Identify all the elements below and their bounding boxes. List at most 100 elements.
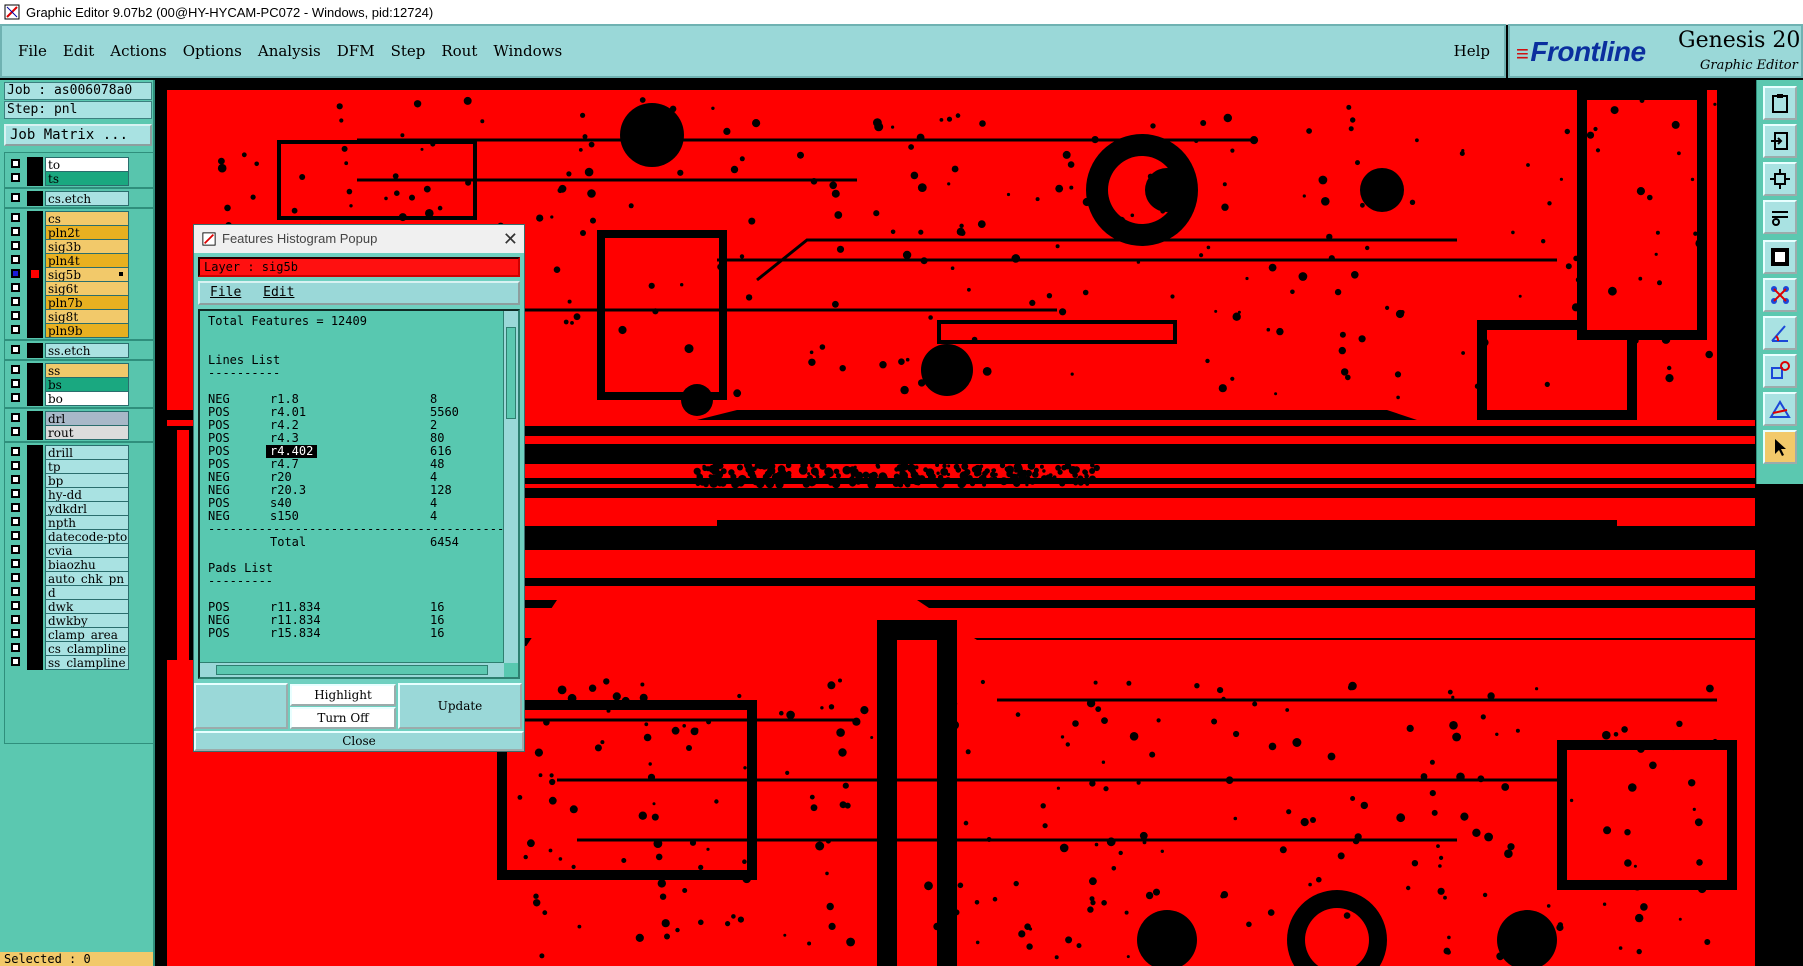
layer-row[interactable]: dwkby [5,613,153,628]
close-icon[interactable]: ✕ [503,225,518,253]
layer-name[interactable]: npth [45,515,129,530]
menu-file[interactable]: File [18,42,47,60]
layer-checkbox[interactable] [11,193,20,202]
select-tool-button[interactable] [1763,430,1797,464]
layer-name[interactable]: clamp_area [45,627,129,642]
horizontal-scrollbar[interactable] [200,662,504,677]
step-tool-button[interactable] [1763,124,1797,158]
layer-row[interactable]: cs_clampline [5,641,153,656]
layer-checkbox[interactable] [11,427,20,436]
layer-name[interactable]: pln2t [45,225,129,240]
layer-name[interactable]: bo [45,391,129,406]
layer-row[interactable]: hy-dd [5,487,153,502]
update-button[interactable]: Update [398,683,522,729]
menu-help[interactable]: Help [1454,42,1490,60]
layer-name[interactable]: biaozhu [45,557,129,572]
layer-row[interactable]: drill [5,445,153,460]
layer-checkbox[interactable] [11,587,20,596]
menu-actions[interactable]: Actions [110,42,166,60]
layer-checkbox[interactable] [11,325,20,334]
layer-checkbox[interactable] [11,159,20,168]
layer-row[interactable]: to [5,157,153,172]
menu-dfm[interactable]: DFM [337,42,375,60]
layer-checkbox[interactable] [11,213,20,222]
layer-checkbox[interactable] [11,379,20,388]
layer-checkbox[interactable] [11,173,20,182]
layer-name[interactable]: cs_clampline [45,641,129,656]
layer-row[interactable]: sig8t [5,309,153,324]
layer-name[interactable]: dwk [45,599,129,614]
layer-checkbox[interactable] [11,503,20,512]
layer-name[interactable]: to [45,157,129,172]
popup-menu-file[interactable]: File [210,285,241,300]
layer-name[interactable]: ss_clampline [45,655,129,670]
layer-checkbox[interactable] [11,269,20,278]
layer-row[interactable]: dwk [5,599,153,614]
layer-name[interactable]: ts [45,171,129,186]
layer-row[interactable]: datecode-pto [5,529,153,544]
measure-tool-button[interactable] [1763,200,1797,234]
layer-row[interactable]: bs [5,377,153,392]
layer-checkbox[interactable] [11,517,20,526]
layer-row[interactable]: ss.etch [5,343,153,358]
connect-tool-button[interactable] [1763,278,1797,312]
layer-checkbox[interactable] [11,489,20,498]
layer-name[interactable]: ss.etch [45,343,129,358]
layer-checkbox[interactable] [11,345,20,354]
vertical-scrollbar[interactable] [503,311,518,663]
layer-name[interactable]: cs [45,211,129,226]
layer-row[interactable]: cs [5,211,153,226]
layer-name[interactable]: bs [45,377,129,392]
layer-row[interactable]: cs.etch [5,191,153,206]
layer-checkbox[interactable] [11,615,20,624]
layer-row[interactable]: cvia [5,543,153,558]
layer-name[interactable]: rout [45,425,129,440]
layer-row[interactable]: pln4t [5,253,153,268]
layer-name[interactable]: sig3b [45,239,129,254]
layer-name[interactable]: auto_chk_pn [45,571,129,586]
layer-row[interactable]: ss_clampline [5,655,153,670]
layer-name[interactable]: tp [45,459,129,474]
zoom-fit-button[interactable] [1763,162,1797,196]
layer-checkbox[interactable] [11,241,20,250]
popup-menu-edit[interactable]: Edit [263,285,294,300]
layer-name[interactable]: cvia [45,543,129,558]
layer-name[interactable]: pln4t [45,253,129,268]
menu-windows[interactable]: Windows [493,42,562,60]
layer-checkbox[interactable] [11,283,20,292]
layer-name[interactable]: ydkdrl [45,501,129,516]
menu-step[interactable]: Step [391,42,426,60]
layer-name[interactable]: pln7b [45,295,129,310]
layer-view-button[interactable] [1763,240,1797,274]
layer-checkbox[interactable] [11,297,20,306]
layer-checkbox[interactable] [11,311,20,320]
layer-checkbox[interactable] [11,601,20,610]
layer-name[interactable]: sig6t [45,281,129,296]
layer-row[interactable]: sig3b [5,239,153,254]
layer-row[interactable]: bo [5,391,153,406]
layer-row[interactable]: d [5,585,153,600]
menu-options[interactable]: Options [183,42,242,60]
layer-row[interactable]: pln9b [5,323,153,338]
turn-off-button[interactable]: Turn Off [290,707,396,729]
layer-checkbox[interactable] [11,559,20,568]
highlight-button[interactable]: Highlight [290,684,396,706]
layer-row[interactable]: ts [5,171,153,186]
close-button[interactable]: Close [194,731,524,751]
layer-name[interactable]: pln9b [45,323,129,338]
layer-row[interactable]: tp [5,459,153,474]
layer-checkbox[interactable] [11,393,20,402]
histogram-list[interactable]: Total Features = 12409 Lines List --------… [198,309,520,679]
layer-name[interactable]: dwkby [45,613,129,628]
layer-checkbox[interactable] [11,643,20,652]
layer-row[interactable]: sig6t [5,281,153,296]
layer-row[interactable]: biaozhu [5,557,153,572]
layer-row[interactable]: auto_chk_pn [5,571,153,586]
layer-checkbox[interactable] [11,629,20,638]
layer-checkbox[interactable] [11,255,20,264]
layer-row[interactable]: clamp_area [5,627,153,642]
menu-edit[interactable]: Edit [63,42,94,60]
triangle-tool-button[interactable] [1763,392,1797,426]
layer-name[interactable]: bp [45,473,129,488]
layer-name[interactable]: drill [45,445,129,460]
